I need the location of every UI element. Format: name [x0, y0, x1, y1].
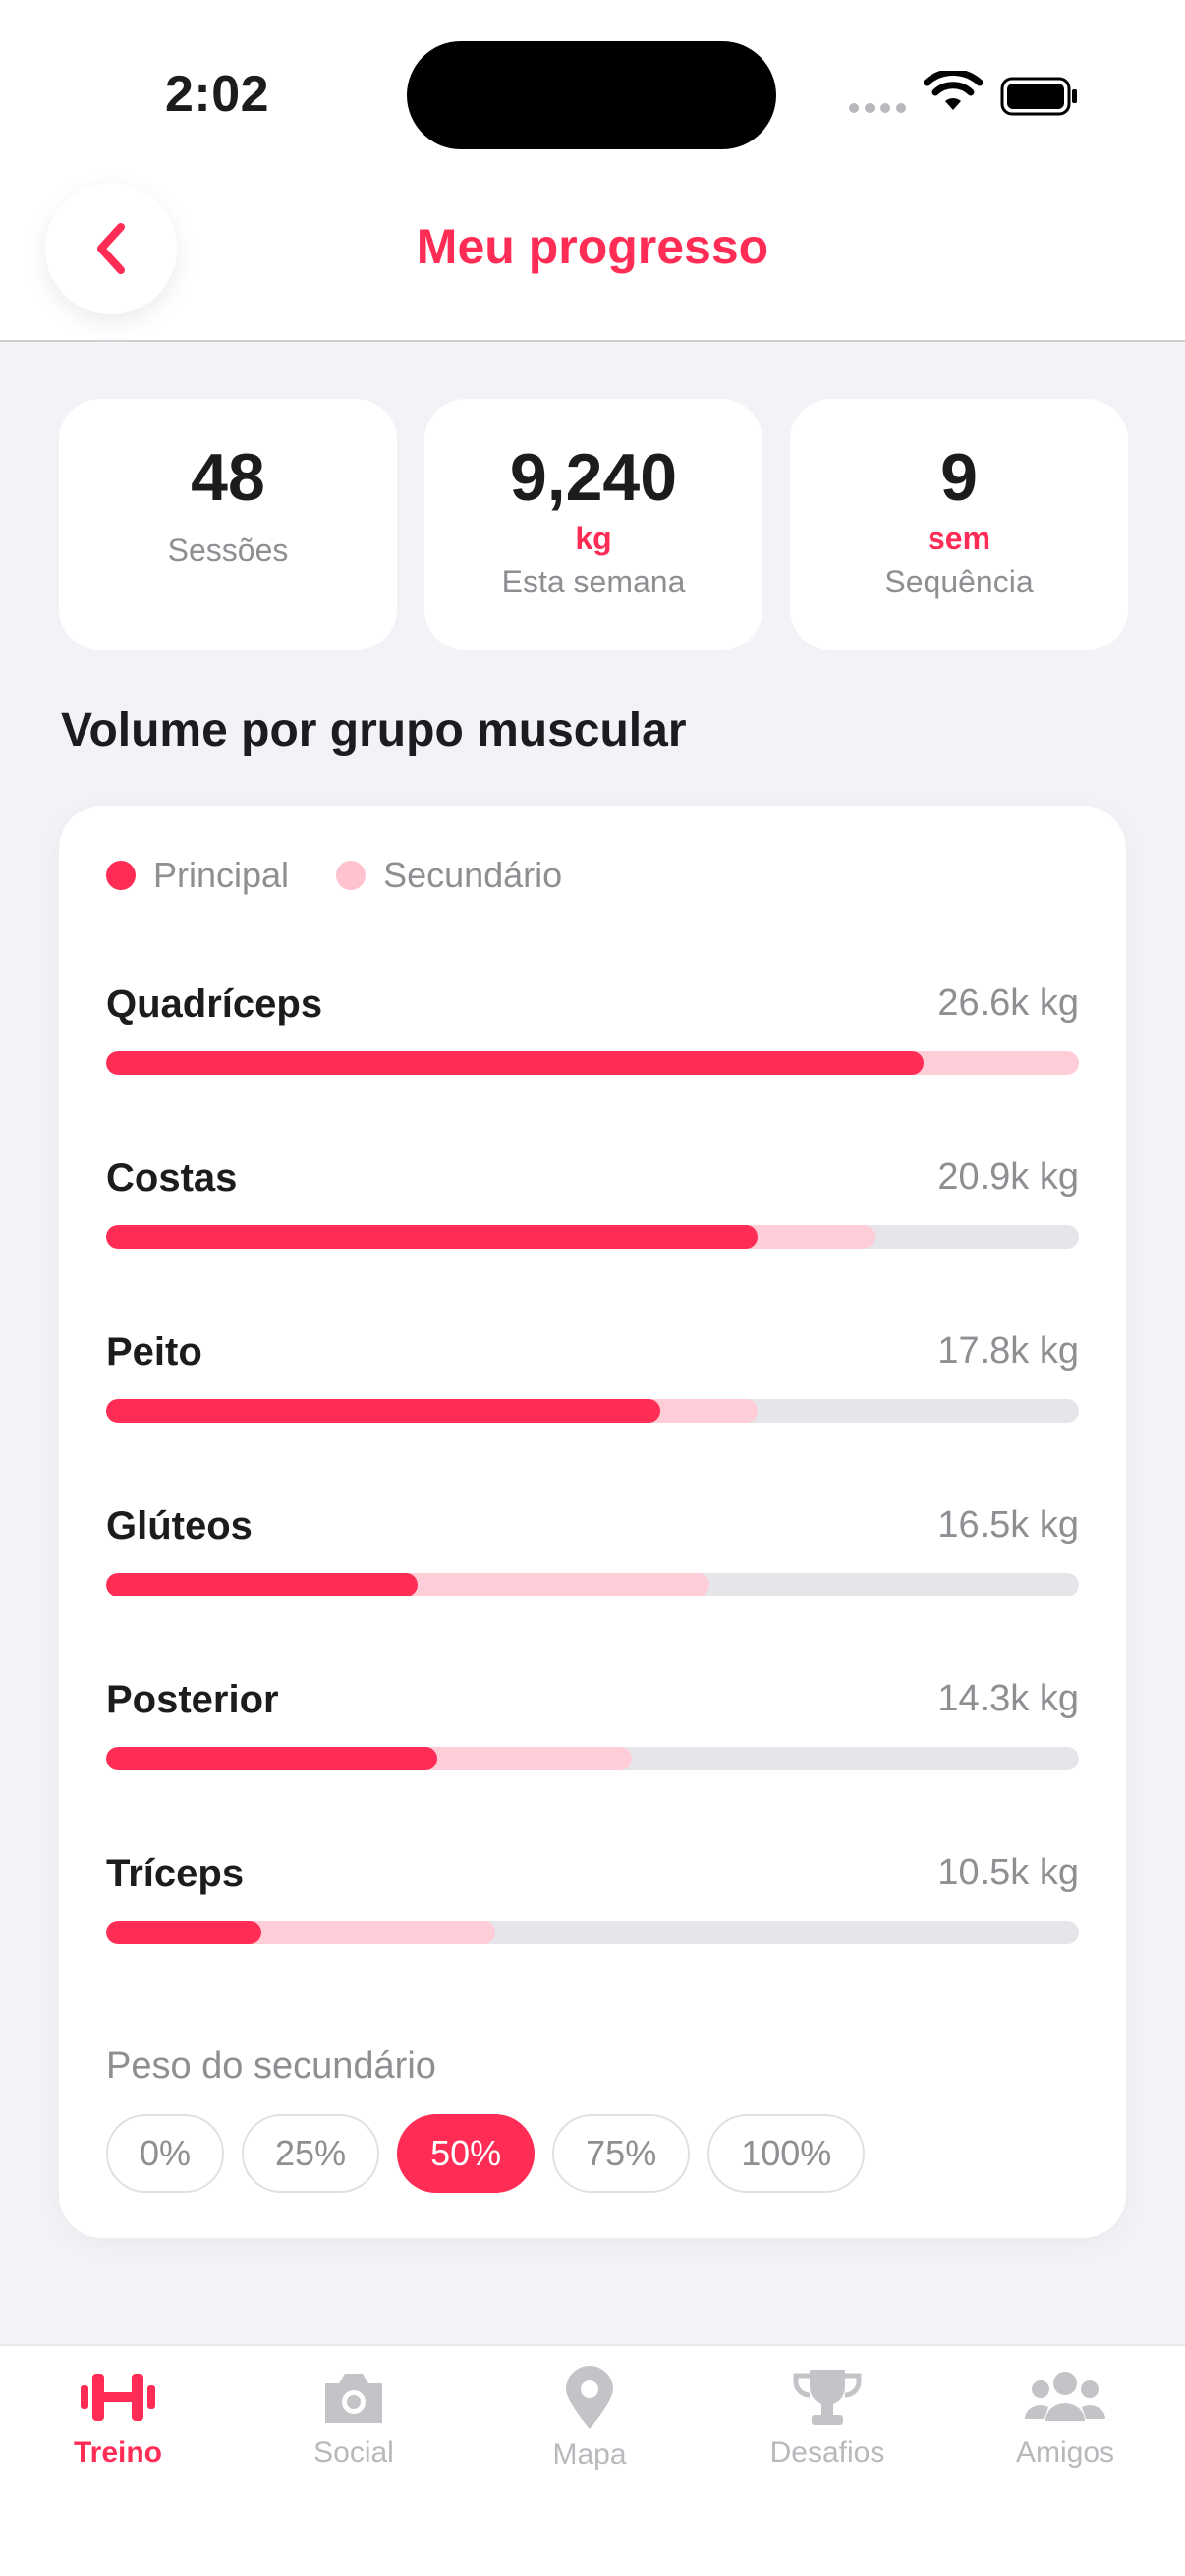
- tab-label: Amigos: [1015, 2436, 1115, 2469]
- tab-mapa[interactable]: Mapa: [491, 2366, 688, 2472]
- tab-bar: Treino Social Mapa Desafios Amigos: [0, 2344, 1185, 2576]
- stat-sessions-label: Sessões: [167, 532, 289, 568]
- muscle-name: Posterior: [106, 1678, 279, 1721]
- stat-sessions: 48 Sessões: [59, 399, 397, 650]
- muscle-volume: 20.9k kg: [937, 1156, 1079, 1198]
- muscle-row: Tríceps 10.5k kg: [106, 1852, 1079, 1944]
- stat-week-volume: 9,240 kg Esta semana: [424, 399, 762, 650]
- weight-chip-100[interactable]: 100%: [707, 2114, 866, 2193]
- muscle-volume: 16.5k kg: [937, 1504, 1079, 1545]
- camera-icon: [325, 2374, 382, 2423]
- people-icon: [1025, 2372, 1105, 2421]
- weight-chip-50[interactable]: 50%: [397, 2114, 536, 2193]
- tab-label: Mapa: [552, 2438, 627, 2471]
- muscle-volume: 17.8k kg: [937, 1330, 1079, 1372]
- muscle-name: Peito: [106, 1330, 202, 1373]
- volume-bar-primary: [106, 1225, 759, 1249]
- progress-screen: 2:02 Meu progresso 48 Sessões 9,240 kg E…: [0, 0, 1185, 2576]
- weight-chip-75[interactable]: 75%: [552, 2114, 691, 2193]
- volume-bar-track: [106, 1051, 1079, 1075]
- muscle-volume: 10.5k kg: [937, 1852, 1079, 1893]
- legend-primary-dot: [106, 861, 136, 890]
- stat-streak-unit: sem: [927, 521, 991, 556]
- muscle-row: Glúteos 16.5k kg: [106, 1504, 1079, 1596]
- volume-bar-track: [106, 1921, 1079, 1944]
- wifi-icon: [924, 71, 983, 110]
- muscle-volume-card: Principal Secundário Quadríceps 26.6k kg…: [59, 806, 1126, 2238]
- muscle-row: Costas 20.9k kg: [106, 1156, 1079, 1249]
- legend-secondary-dot: [336, 861, 367, 890]
- volume-bar-primary: [106, 1573, 418, 1596]
- muscle-name: Glúteos: [106, 1504, 253, 1547]
- volume-bar-track: [106, 1399, 1079, 1423]
- muscle-volume: 14.3k kg: [937, 1678, 1079, 1719]
- volume-bar-primary: [106, 1051, 924, 1075]
- legend-primary-label: Principal: [153, 855, 290, 895]
- legend-secondary-label: Secundário: [383, 855, 563, 895]
- tab-treino[interactable]: Treino: [20, 2366, 216, 2470]
- section-title: Volume por grupo muscular: [61, 704, 687, 756]
- volume-bar-primary: [106, 1399, 661, 1423]
- tab-label: Desafios: [769, 2436, 885, 2469]
- secondary-weight-selector: 0% 25% 50% 75% 100%: [106, 2114, 866, 2193]
- weight-chip-25[interactable]: 25%: [242, 2114, 380, 2193]
- secondary-weight-label: Peso do secundário: [106, 2045, 436, 2087]
- top-bar: 2:02 Meu progresso: [0, 0, 1185, 342]
- stat-streak-value: 9: [940, 440, 978, 515]
- volume-bar-track: [106, 1747, 1079, 1770]
- volume-bar-primary: [106, 1921, 262, 1944]
- muscle-row: Quadríceps 26.6k kg: [106, 982, 1079, 1075]
- muscle-name: Quadríceps: [106, 982, 323, 1026]
- battery-icon: [1000, 77, 1077, 116]
- dumbbell-icon: [81, 2374, 155, 2421]
- trophy-icon: [793, 2370, 862, 2425]
- muscle-volume: 26.6k kg: [937, 982, 1079, 1024]
- legend-primary: Principal: [106, 855, 289, 896]
- muscle-name: Costas: [106, 1156, 238, 1200]
- volume-bar-primary: [106, 1747, 437, 1770]
- muscle-name: Tríceps: [106, 1852, 245, 1895]
- signal-icon: [849, 103, 906, 113]
- dynamic-island: [407, 41, 776, 149]
- status-time: 2:02: [165, 66, 270, 123]
- tab-label: Social: [313, 2436, 394, 2469]
- stat-week-label: Esta semana: [501, 564, 686, 599]
- legend: Principal Secundário: [106, 855, 609, 896]
- volume-bar-track: [106, 1225, 1079, 1249]
- stat-sessions-value: 48: [191, 440, 265, 515]
- tab-social[interactable]: Social: [255, 2366, 452, 2470]
- volume-bar-track: [106, 1573, 1079, 1596]
- stat-week-unit: kg: [575, 521, 612, 556]
- stat-streak-label: Sequência: [884, 564, 1034, 599]
- muscle-row: Posterior 14.3k kg: [106, 1678, 1079, 1770]
- stat-week-value: 9,240: [509, 440, 678, 515]
- page-title: Meu progresso: [416, 219, 769, 274]
- legend-secondary: Secundário: [336, 855, 562, 896]
- stat-streak: 9 sem Sequência: [790, 399, 1128, 650]
- tab-desafios[interactable]: Desafios: [729, 2366, 926, 2470]
- map-pin-icon: [566, 2366, 613, 2429]
- muscle-row: Peito 17.8k kg: [106, 1330, 1079, 1423]
- tab-amigos[interactable]: Amigos: [967, 2366, 1163, 2470]
- weight-chip-0[interactable]: 0%: [106, 2114, 225, 2193]
- tab-label: Treino: [73, 2436, 162, 2469]
